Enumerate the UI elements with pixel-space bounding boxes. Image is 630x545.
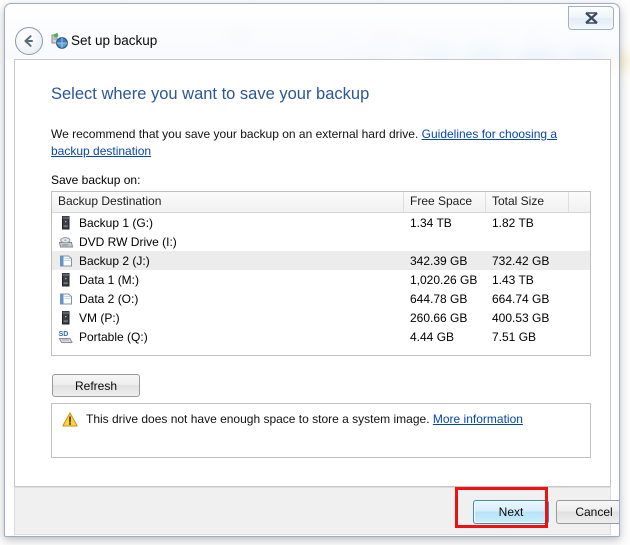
next-button[interactable]: Next [473,500,549,524]
refresh-button[interactable]: Refresh [52,374,140,397]
free-space-cell: 4.44 GB [410,329,455,344]
external-drive-icon [62,272,70,286]
local-disk-icon [60,255,72,266]
back-arrow-icon [24,35,33,47]
close-icon [584,12,598,24]
destination-cell: Data 1 (M:) [52,272,404,288]
warning-text: This drive does not have enough space to… [86,412,523,427]
backup-destination-list[interactable]: Backup Destination Free Space Total Size… [51,191,591,356]
backup-globe-icon [51,32,68,49]
warning-row: This drive does not have enough space to… [62,412,523,427]
destination-name: VM (P:) [79,310,120,325]
local-disk-icon [60,293,72,304]
list-item[interactable]: DVD RW Drive (I:) [52,232,590,251]
destination-cell: VM (P:) [52,310,404,326]
destination-name: Portable (Q:) [79,329,148,344]
column-header-spacer [569,192,590,212]
recommendation-sentence: We recommend that you save your backup o… [51,127,419,141]
total-size-cell: 664.74 GB [492,291,550,306]
destination-name: Backup 2 (J:) [79,253,150,268]
destination-name: Data 2 (O:) [79,291,139,306]
destination-name: Backup 1 (G:) [79,215,154,230]
total-size-cell: 400.53 GB [492,310,550,325]
column-header-total-size[interactable]: Total Size [486,192,569,212]
dialog-footer: Next Cancel [14,487,619,535]
list-item[interactable]: SD Portable (Q:) 4.44 GB 7.51 GB [52,327,590,346]
close-button[interactable] [568,6,614,30]
total-size-cell: 7.51 GB [492,329,537,344]
content-panel: Select where you want to save your backu… [14,59,611,487]
free-space-cell: 342.39 GB [410,253,468,268]
free-space-cell: 260.66 GB [410,310,468,325]
list-item[interactable]: Backup 2 (J:) 342.39 GB 732.42 GB [52,251,590,270]
total-size-cell: 1.82 TB [492,215,534,230]
free-space-cell: 1.34 TB [410,215,452,230]
page-title: Select where you want to save your backu… [51,85,370,103]
recommendation-text: We recommend that you save your backup o… [51,126,597,160]
free-space-cell: 1,020.26 GB [410,272,478,287]
dvd-drive-icon [58,236,74,247]
destination-name: DVD RW Drive (I:) [79,234,177,249]
list-header-row: Backup Destination Free Space Total Size [52,192,590,213]
column-header-destination[interactable]: Backup Destination [52,192,404,212]
destination-cell: SD Portable (Q:) [52,329,404,345]
total-size-cell: 732.42 GB [492,253,550,268]
list-item[interactable]: VM (P:) 260.66 GB 400.53 GB [52,308,590,327]
destination-cell: Backup 1 (G:) [52,215,404,231]
list-item[interactable]: Data 2 (O:) 644.78 GB 664.74 GB [52,289,590,308]
title-bar [5,4,619,60]
external-drive-icon [62,310,70,324]
destination-name: Data 1 (M:) [79,272,140,287]
setup-backup-window: Set up backup Select where you want to s… [4,3,620,537]
warning-panel: This drive does not have enough space to… [51,403,591,458]
save-backup-on-label: Save backup on: [51,173,141,187]
total-size-cell: 1.43 TB [492,272,534,287]
more-information-link[interactable]: More information [433,412,523,426]
destination-cell: Backup 2 (J:) [52,253,404,269]
list-item[interactable]: Data 1 (M:) 1,020.26 GB 1.43 TB [52,270,590,289]
cancel-button[interactable]: Cancel [556,500,619,524]
free-space-cell: 644.78 GB [410,291,468,306]
column-header-free-space[interactable]: Free Space [404,192,486,212]
list-body: Backup 1 (G:) 1.34 TB 1.82 TB DVD RW Drive … [52,213,590,346]
warning-triangle-icon [62,412,78,427]
back-button[interactable] [15,27,43,55]
destination-cell: Data 2 (O:) [52,291,404,307]
window-title: Set up backup [71,33,158,48]
sd-card-icon: SD [59,331,73,343]
external-drive-icon [62,215,70,229]
destination-cell: DVD RW Drive (I:) [52,234,404,250]
warning-message: This drive does not have enough space to… [86,412,430,426]
svg-text:SD: SD [59,331,69,338]
list-item[interactable]: Backup 1 (G:) 1.34 TB 1.82 TB [52,213,590,232]
